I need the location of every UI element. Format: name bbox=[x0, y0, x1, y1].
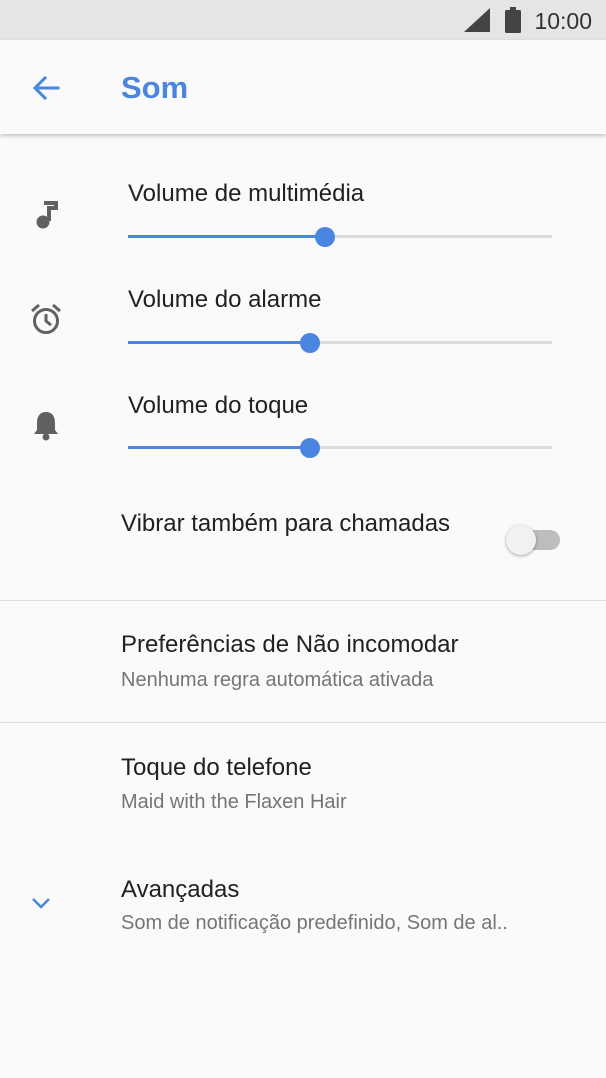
alarm-volume-label: Volume do alarme bbox=[128, 286, 322, 313]
phone-ringtone-summary: Maid with the Flaxen Hair bbox=[121, 791, 347, 813]
dnd-preferences-row[interactable]: Preferências de Não incomodar Nenhuma re… bbox=[0, 601, 606, 721]
app-bar: Som bbox=[0, 40, 606, 134]
chevron-down-icon bbox=[32, 898, 50, 909]
slider-thumb[interactable] bbox=[300, 333, 321, 353]
alarm-volume-slider[interactable] bbox=[128, 331, 552, 355]
slider-fill bbox=[128, 341, 311, 344]
media-volume-slider[interactable] bbox=[128, 225, 552, 249]
vibrate-for-calls-row[interactable]: Vibrar também para chamadas bbox=[0, 500, 606, 596]
status-bar: 10:00 bbox=[0, 0, 606, 40]
ringer-volume-label: Volume do toque bbox=[128, 392, 309, 419]
dnd-preferences-summary: Nenhuma regra automática ativada bbox=[121, 669, 434, 691]
vibrate-toggle[interactable] bbox=[506, 525, 562, 555]
arrow-back-icon[interactable] bbox=[30, 72, 62, 104]
advanced-title: Avançadas bbox=[121, 876, 240, 903]
media-volume-label: Volume de multimédia bbox=[128, 180, 365, 207]
status-time: 10:00 bbox=[534, 8, 592, 34]
advanced-summary: Som de notificação predefinido, Som de a… bbox=[121, 912, 508, 934]
battery-icon bbox=[505, 7, 521, 33]
page-title: Som bbox=[121, 70, 189, 105]
slider-thumb[interactable] bbox=[315, 227, 336, 247]
phone-ringtone-row[interactable]: Toque do telefone Maid with the Flaxen H… bbox=[0, 723, 606, 833]
bell-icon bbox=[34, 412, 58, 441]
cell-signal-icon bbox=[464, 8, 490, 32]
vibrate-for-calls-title: Vibrar também para chamadas bbox=[121, 510, 451, 537]
alarm-clock-icon bbox=[31, 303, 61, 334]
dnd-preferences-title: Preferências de Não incomodar bbox=[121, 631, 459, 658]
music-note-icon bbox=[36, 201, 58, 229]
advanced-row[interactable]: Avançadas Som de notificação predefinido… bbox=[0, 850, 606, 960]
ringer-volume-slider[interactable] bbox=[128, 436, 552, 460]
phone-ringtone-title: Toque do telefone bbox=[121, 754, 312, 781]
toggle-thumb bbox=[506, 525, 536, 555]
slider-fill bbox=[128, 235, 326, 238]
slider-thumb[interactable] bbox=[300, 438, 321, 458]
slider-fill bbox=[128, 446, 311, 449]
